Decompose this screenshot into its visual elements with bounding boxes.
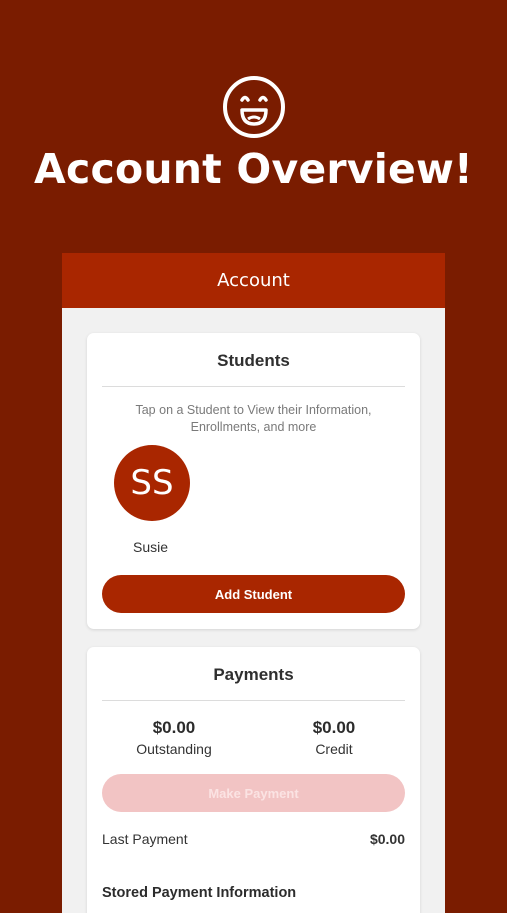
payments-card: Payments $0.00 Outstanding $0.00 Credit … xyxy=(87,647,420,913)
page-title: Account Overview! xyxy=(34,145,473,193)
stored-payment-heading: Stored Payment Information xyxy=(102,885,297,901)
students-card: Students Tap on a Student to View their … xyxy=(87,333,420,629)
credit-value: $0.00 xyxy=(312,718,356,737)
app-screen: Account Students Tap on a Student to Vie… xyxy=(62,253,445,913)
payments-title: Payments xyxy=(213,665,294,684)
students-title: Students xyxy=(217,351,290,370)
divider xyxy=(102,386,405,387)
make-payment-button[interactable]: Make Payment xyxy=(102,774,405,812)
credit-label: Credit xyxy=(315,741,353,757)
credit-amount: $0.00 Credit xyxy=(264,718,404,757)
divider xyxy=(102,700,405,701)
outstanding-label: Outstanding xyxy=(136,741,212,757)
student-name[interactable]: Susie xyxy=(133,539,168,555)
outstanding-value: $0.00 xyxy=(152,718,196,737)
last-payment-label: Last Payment xyxy=(102,831,188,847)
last-payment-row: Last Payment $0.00 xyxy=(102,831,405,847)
students-hint: Tap on a Student to View their Informati… xyxy=(135,403,372,434)
add-student-button[interactable]: Add Student xyxy=(102,575,405,613)
smiley-face-icon xyxy=(223,76,285,138)
last-payment-value: $0.00 xyxy=(369,831,405,847)
student-initials: SS xyxy=(130,463,174,503)
outstanding-amount: $0.00 Outstanding xyxy=(104,718,244,757)
app-bar-title: Account xyxy=(217,270,290,291)
student-avatar[interactable]: SS xyxy=(114,445,190,521)
app-bar: Account xyxy=(62,253,445,308)
